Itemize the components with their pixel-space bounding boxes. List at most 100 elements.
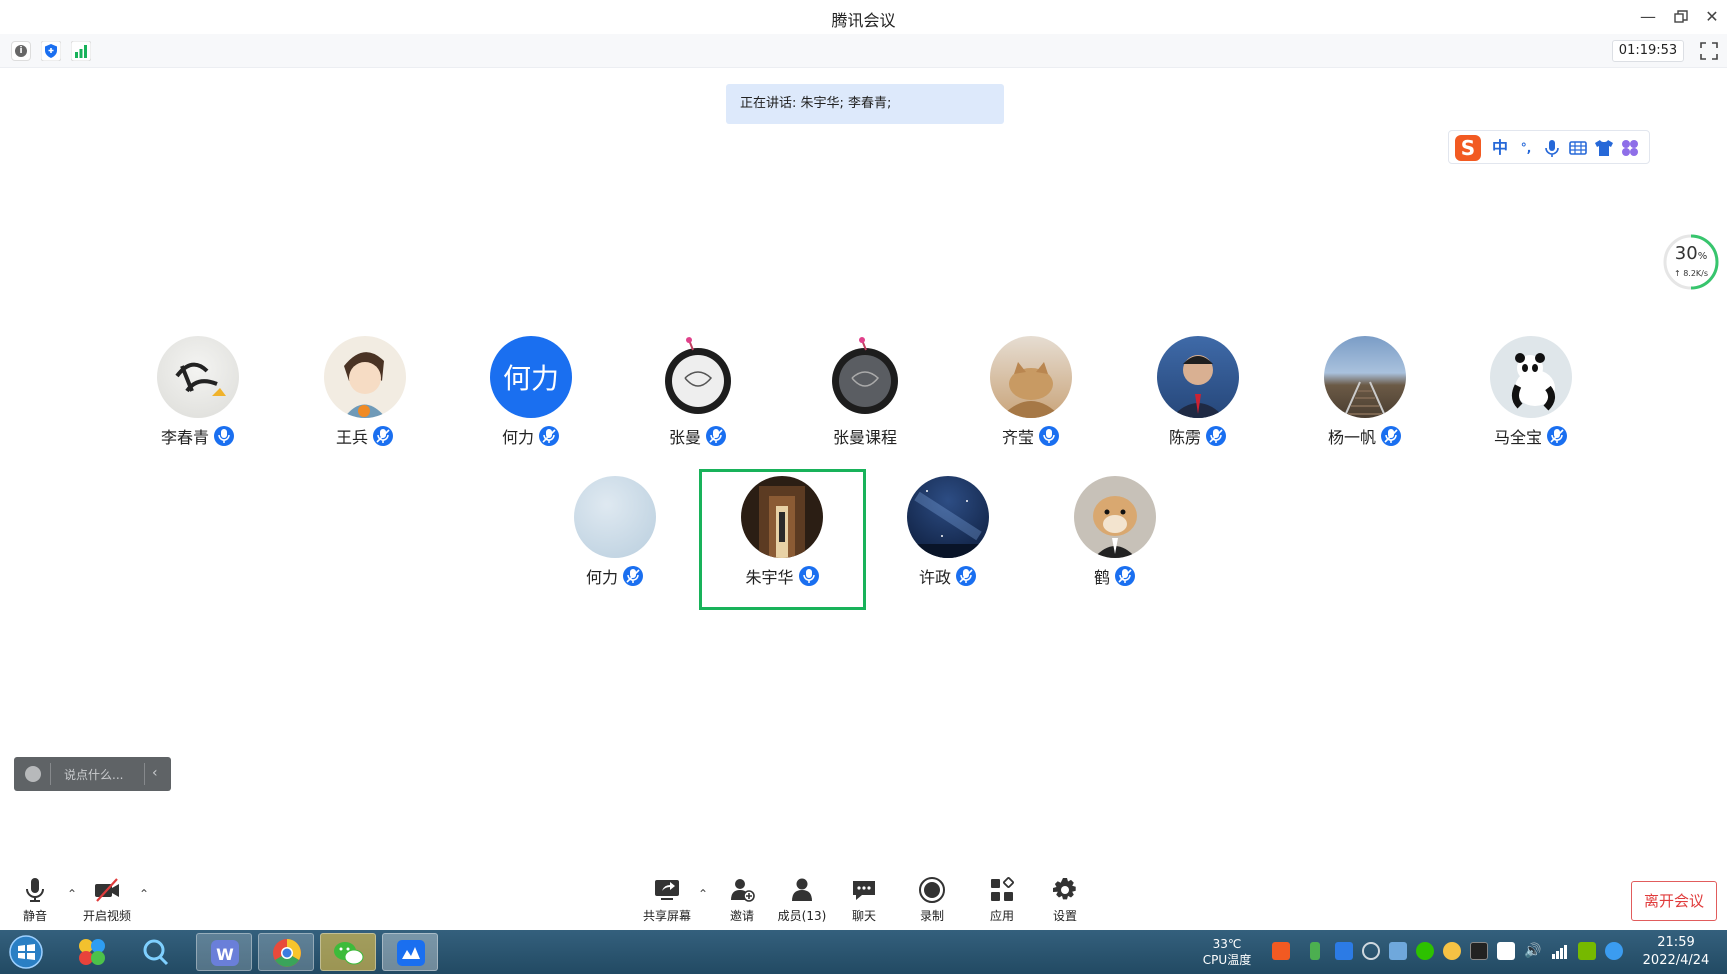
cpu-temp-label: CPU温度 xyxy=(1202,953,1252,967)
tray-battery-icon[interactable] xyxy=(1310,942,1320,960)
speaking-banner: 正在讲话: 朱宇华; 李春青; xyxy=(726,84,1004,124)
settings-label: 设置 xyxy=(1052,909,1077,923)
clock-time: 21:59 xyxy=(1657,935,1695,950)
collapse-chevron-icon[interactable]: ‹ xyxy=(152,765,168,783)
chat-label: 聊天 xyxy=(851,909,876,923)
chevron-up-icon[interactable]: ⌃ xyxy=(697,888,709,900)
settings-button[interactable]: 设置 xyxy=(1033,876,1097,926)
taskbar-wps-icon[interactable]: W xyxy=(196,933,252,971)
network-percent: 30 xyxy=(1674,243,1698,264)
tray-tencent-meeting-icon[interactable] xyxy=(1335,942,1353,960)
taskbar-wechat-icon[interactable] xyxy=(320,933,376,971)
participant-tile[interactable]: 陈雳 xyxy=(1123,336,1273,456)
tray-shield-icon[interactable] xyxy=(1389,942,1407,960)
emoji-icon[interactable] xyxy=(25,766,41,782)
participant-tile[interactable]: 张曼课程 xyxy=(790,336,940,456)
ime-chinese-mode[interactable]: 中 xyxy=(1489,137,1511,159)
ime-tools-icon[interactable] xyxy=(1619,137,1641,159)
shield-icon[interactable] xyxy=(40,40,62,62)
participant-tile[interactable]: 何力 xyxy=(540,476,690,596)
avatar xyxy=(824,336,906,418)
avatar xyxy=(1074,476,1156,558)
participant-tile[interactable]: 鹤 xyxy=(1040,476,1190,596)
members-icon xyxy=(792,878,812,901)
network-speed-indicator[interactable]: 30% ↑ 8.2K/s xyxy=(1662,233,1720,291)
taskbar-search-icon[interactable] xyxy=(130,933,182,971)
tray-nvidia-icon[interactable] xyxy=(1578,942,1596,960)
members-label: 成员(13) xyxy=(777,909,827,923)
apps-icon xyxy=(991,877,1014,901)
restore-icon[interactable] xyxy=(1670,6,1692,28)
participant-name: 陈雳 xyxy=(1168,428,1201,447)
invite-button[interactable]: 邀请 xyxy=(710,876,774,926)
leave-meeting-button[interactable]: 离开会议 xyxy=(1631,881,1717,921)
participant-tile[interactable]: 齐莹 xyxy=(956,336,1106,456)
tray-wechat-icon[interactable] xyxy=(1416,942,1434,960)
ime-keyboard-icon[interactable] xyxy=(1567,137,1589,159)
system-clock[interactable]: 21:59 2022/4/24 xyxy=(1636,934,1716,970)
participant-tile[interactable]: 马全宝 xyxy=(1456,336,1606,456)
meeting-controls: 静音 ⌃ 开启视频 ⌃ 共享屏幕 ⌃ 邀请 成员(13) 聊天 录制 应用 设置… xyxy=(0,868,1727,930)
video-button[interactable]: 开启视频 xyxy=(75,876,139,926)
invite-label: 邀请 xyxy=(729,909,754,923)
signal-icon[interactable] xyxy=(70,40,92,62)
mute-button[interactable]: 静音 xyxy=(3,876,67,926)
participant-name: 齐莹 xyxy=(1001,428,1034,447)
svg-text:S: S xyxy=(1461,136,1475,160)
network-percent-unit: % xyxy=(1697,251,1708,262)
record-button[interactable]: 录制 xyxy=(900,876,964,926)
participant-name: 张曼课程 xyxy=(832,428,897,447)
participant-name: 许政 xyxy=(918,568,951,587)
share-screen-label: 共享屏幕 xyxy=(642,909,691,923)
ime-punctuation-mode[interactable]: °, xyxy=(1515,137,1537,159)
close-icon[interactable]: ✕ xyxy=(1701,6,1723,28)
sogou-logo-icon[interactable]: S xyxy=(1453,135,1483,161)
participant-tile[interactable]: 王兵 xyxy=(290,336,440,456)
participant-tile[interactable]: 杨一帆 xyxy=(1290,336,1440,456)
network-speed: ↑ 8.2K/s xyxy=(1673,269,1709,278)
tray-cloud-icon[interactable] xyxy=(1605,942,1623,960)
tray-mouse-icon[interactable] xyxy=(1470,942,1488,960)
participant-tile[interactable]: 张曼 xyxy=(623,336,773,456)
ime-skin-icon[interactable] xyxy=(1593,137,1615,159)
ime-voice-icon[interactable] xyxy=(1541,137,1563,159)
chat-button[interactable]: 聊天 xyxy=(832,876,896,926)
participant-tile[interactable]: 李春青 xyxy=(123,336,273,456)
participant-tile-active[interactable]: 朱宇华 xyxy=(699,469,866,610)
participant-name: 张曼 xyxy=(668,428,701,447)
chat-placeholder[interactable]: 说点什么... xyxy=(64,766,123,783)
participant-tile[interactable]: 许政 xyxy=(873,476,1023,596)
tray-sogou-icon[interactable] xyxy=(1272,942,1290,960)
tray-signal-icon[interactable] xyxy=(1551,942,1569,960)
tray-qq-icon[interactable] xyxy=(1443,942,1461,960)
fullscreen-icon[interactable] xyxy=(1699,41,1719,61)
taskbar-tencent-meeting-icon[interactable] xyxy=(382,933,438,971)
divider xyxy=(144,763,145,785)
avatar xyxy=(1490,336,1572,418)
minimize-icon[interactable]: — xyxy=(1637,6,1659,28)
participant-name: 朱宇华 xyxy=(745,568,794,587)
participant-tile[interactable]: 何力 何力 xyxy=(456,336,606,456)
participant-name: 马全宝 xyxy=(1493,428,1542,447)
members-button[interactable]: 成员(13) xyxy=(770,876,834,926)
chat-quick-input[interactable]: 说点什么... ‹ xyxy=(14,757,171,791)
tray-chart-icon[interactable] xyxy=(1497,942,1515,960)
tray-network-icon[interactable] xyxy=(1362,942,1380,960)
avatar xyxy=(990,336,1072,418)
chevron-up-icon[interactable]: ⌃ xyxy=(138,888,150,900)
info-icon[interactable]: i xyxy=(11,41,31,61)
taskbar-chrome-icon[interactable] xyxy=(258,933,314,971)
avatar xyxy=(1157,336,1239,418)
start-button[interactable] xyxy=(6,933,54,971)
avatar: 何力 xyxy=(490,336,572,418)
avatar xyxy=(1324,336,1406,418)
tray-volume-icon[interactable]: 🔊 xyxy=(1524,942,1542,960)
cpu-temperature-widget[interactable]: 33℃ CPU温度 xyxy=(1196,936,1258,968)
apps-button[interactable]: 应用 xyxy=(970,876,1034,926)
taskbar-app-pinwheel-icon[interactable] xyxy=(66,933,118,971)
mic-on-icon xyxy=(1038,425,1060,447)
participant-name: 鹤 xyxy=(1093,568,1110,587)
mic-off-icon xyxy=(705,425,727,447)
share-screen-button[interactable]: 共享屏幕 xyxy=(635,876,699,926)
mute-label: 静音 xyxy=(22,909,47,923)
